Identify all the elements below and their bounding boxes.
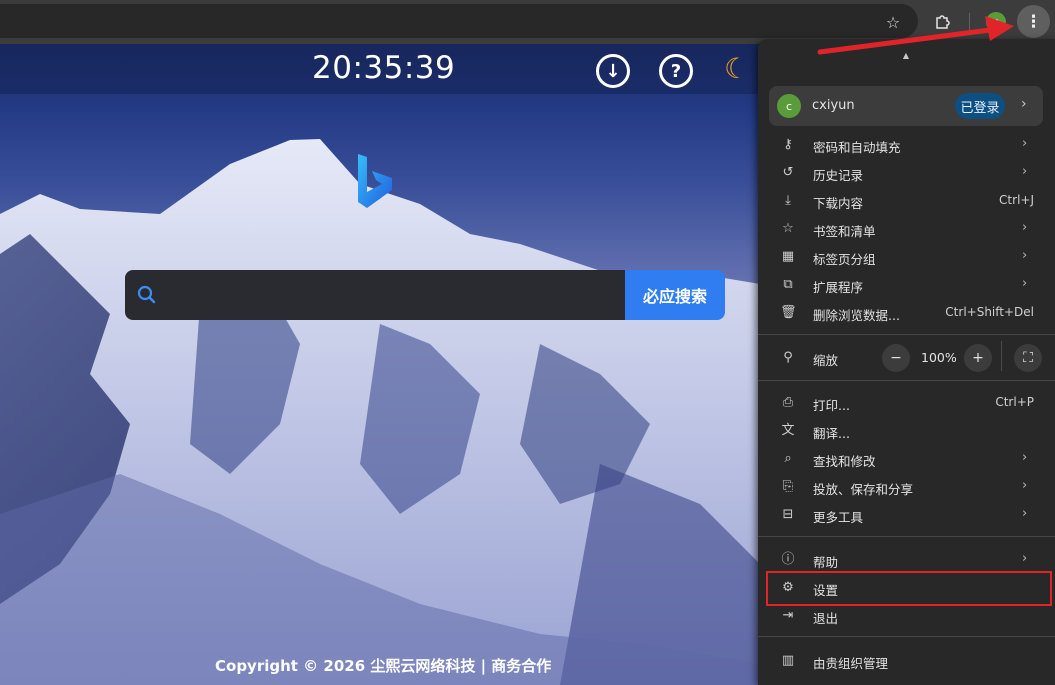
profile-row[interactable]: c cxiyun 已登录 › (769, 86, 1043, 126)
bing-logo-icon (358, 154, 392, 208)
menu-item-print[interactable]: ⎙ 打印... Ctrl+P (758, 389, 1055, 417)
menu-item-label: 缩放 (813, 353, 839, 368)
screen: ☆ c ⋮ 20:35:39 ↓ ? ☾ 必应搜索 Copyright © 20… (0, 0, 1055, 685)
menu-item-passwords[interactable]: ⚷ 密码和自动填充 › (758, 131, 1055, 159)
search-box: 必应搜索 (125, 270, 725, 320)
menu-item-extensions[interactable]: ⧉ 扩展程序 › (758, 271, 1055, 299)
menu-divider (758, 536, 1055, 537)
fullscreen-icon[interactable]: ⛶ (1014, 344, 1042, 372)
search-input[interactable] (125, 270, 625, 320)
copyright-text: Copyright © 2026 尘熙云网络科技 | 商务合作 (215, 657, 552, 675)
menu-item-label: 删除浏览数据... (813, 308, 900, 323)
menu-item-label: 下载内容 (813, 196, 864, 211)
menu-item-exit[interactable]: ⇥ 退出 (758, 602, 1055, 630)
chevron-right-icon: › (1022, 248, 1028, 263)
menu-item-label: 扩展程序 (813, 280, 864, 295)
help-icon[interactable]: ? (659, 54, 693, 88)
chevron-right-icon: › (1021, 96, 1027, 112)
menu-caret-icon: ▲ (902, 51, 910, 60)
menu-item-clear-data[interactable]: 🗑 删除浏览数据... Ctrl+Shift+Del (758, 299, 1055, 327)
download-icon: ⤓ (785, 193, 791, 208)
grid-icon: ▦ (781, 249, 795, 264)
menu-item-find-edit[interactable]: ⌕ 查找和修改 › (758, 445, 1055, 473)
chevron-right-icon: › (1022, 276, 1028, 291)
menu-item-label: 查找和修改 (813, 454, 876, 469)
menu-divider (758, 380, 1055, 381)
toolbar-divider (969, 13, 970, 31)
chevron-right-icon: › (1022, 164, 1028, 179)
menu-item-label: 帮助 (813, 555, 839, 570)
more-vert-icon[interactable]: ⋮ (1017, 5, 1050, 38)
menu-divider (758, 334, 1055, 335)
zoom-icon: ⚲ (783, 350, 793, 365)
menu-divider (758, 636, 1055, 637)
trash-icon: 🗑 (780, 305, 797, 320)
star-icon[interactable]: ☆ (879, 8, 907, 36)
zoom-out-button[interactable]: − (882, 344, 910, 372)
moon-icon[interactable]: ☾ (724, 52, 749, 85)
menu-item-label: 打印... (813, 398, 850, 413)
menu-item-cast-save-share[interactable]: ⎘ 投放、保存和分享 › (758, 473, 1055, 501)
signed-in-badge: 已登录 (955, 93, 1005, 119)
menu-item-label: 投放、保存和分享 (813, 482, 914, 497)
menu-item-label: 密码和自动填充 (813, 140, 901, 155)
zoom-level: 100% (921, 350, 957, 365)
menu-item-translate[interactable]: 文 翻译... (758, 417, 1055, 445)
exit-icon: ⇥ (782, 608, 794, 623)
find-icon: ⌕ (784, 451, 792, 466)
menu-item-tab-groups[interactable]: ▦ 标签页分组 › (758, 243, 1055, 271)
cast-icon: ⎘ (782, 479, 794, 494)
menu-item-label: 退出 (813, 611, 839, 626)
search-icon (137, 285, 156, 304)
search-button[interactable]: 必应搜索 (625, 270, 725, 320)
menu-item-more-tools[interactable]: ⊟ 更多工具 › (758, 501, 1055, 529)
star-icon: ☆ (782, 221, 794, 236)
help-icon: ⓘ (781, 552, 795, 567)
browser-toolbar: ☆ c ⋮ (0, 0, 1055, 44)
address-bar[interactable] (0, 4, 918, 38)
translate-icon: 文 (781, 423, 795, 438)
shortcut-label: Ctrl+J (999, 193, 1034, 207)
building-icon: ▥ (781, 653, 795, 668)
profile-name: cxiyun (812, 98, 855, 113)
puzzle-icon[interactable] (929, 8, 957, 36)
chevron-right-icon: › (1022, 506, 1028, 521)
chevron-right-icon: › (1022, 478, 1028, 493)
clock: 20:35:39 (312, 50, 456, 86)
profile-avatar-button[interactable]: c (986, 12, 1006, 32)
menu-item-label: 标签页分组 (813, 252, 876, 267)
zoom-divider (1001, 341, 1002, 371)
print-icon: ⎙ (782, 395, 794, 410)
menu-item-label: 历史记录 (813, 168, 864, 183)
download-icon[interactable]: ↓ (596, 54, 630, 88)
shortcut-label: Ctrl+Shift+Del (945, 305, 1034, 319)
avatar: c (777, 94, 801, 118)
menu-item-label: 由贵组织管理 (813, 656, 889, 671)
settings-highlight-box (766, 571, 1052, 606)
zoom-in-button[interactable]: + (964, 344, 992, 372)
history-icon: ↺ (782, 165, 794, 180)
key-icon: ⚷ (783, 137, 793, 152)
chevron-right-icon: › (1022, 136, 1028, 151)
puzzle-icon: ⧉ (783, 277, 793, 292)
menu-item-label: 翻译... (813, 426, 850, 441)
menu-item-label: 书签和清单 (813, 224, 876, 239)
chevron-right-icon: › (1022, 220, 1028, 235)
shortcut-label: Ctrl+P (995, 395, 1034, 409)
chevron-right-icon: › (1022, 551, 1028, 566)
menu-item-downloads[interactable]: ⤓ 下载内容 Ctrl+J (758, 187, 1055, 215)
menu-item-help[interactable]: ⓘ 帮助 › (758, 546, 1055, 574)
menu-item-managed[interactable]: ▥ 由贵组织管理 (758, 647, 1055, 675)
chevron-right-icon: › (1022, 450, 1028, 465)
menu-item-label: 更多工具 (813, 510, 864, 525)
toolbox-icon: ⊟ (782, 507, 794, 522)
menu-item-bookmarks[interactable]: ☆ 书签和清单 › (758, 215, 1055, 243)
menu-item-history[interactable]: ↺ 历史记录 › (758, 159, 1055, 187)
